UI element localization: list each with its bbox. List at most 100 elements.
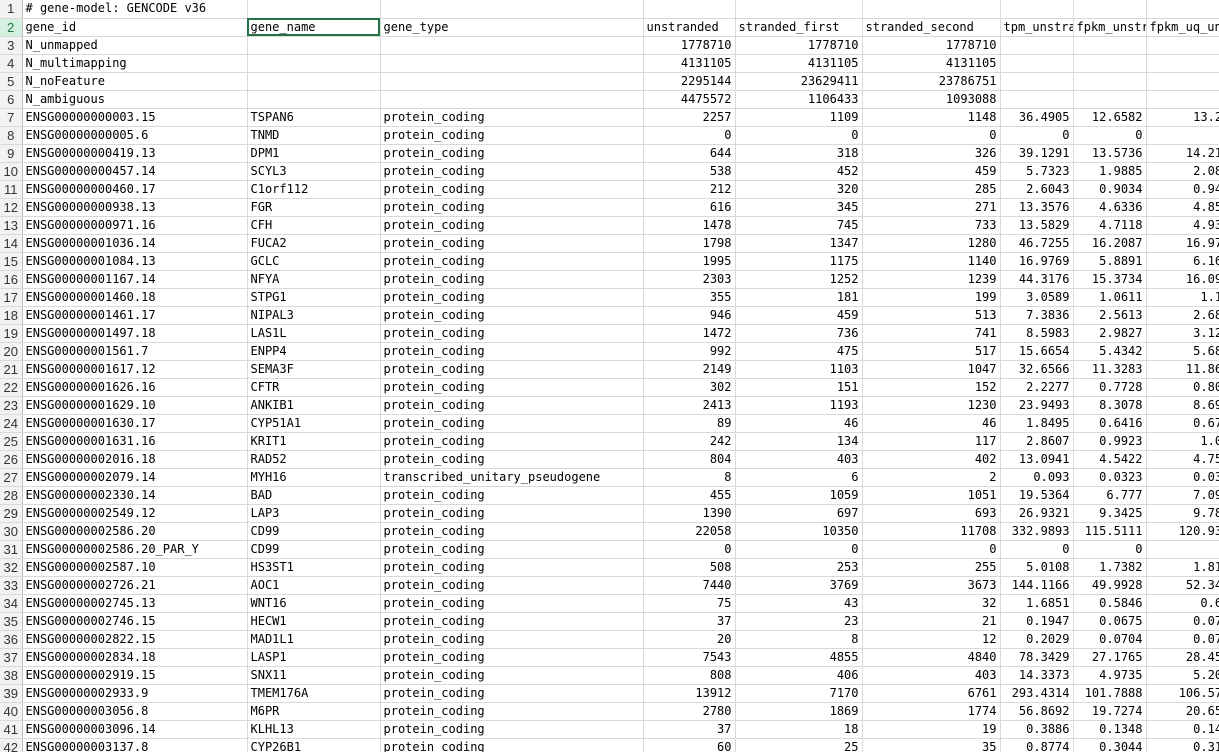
cell-fpkm-unstranded[interactable]: 1.7382 — [1073, 558, 1147, 577]
row-number[interactable]: 4 — [0, 54, 23, 73]
cell-gene-type[interactable]: protein_coding — [380, 504, 644, 523]
row-number[interactable]: 11 — [0, 180, 23, 199]
cell-stranded-first[interactable]: 0 — [735, 126, 863, 145]
cell-fpkm-unstranded[interactable]: 8.3078 — [1073, 396, 1147, 415]
cell-stranded-second[interactable]: 19 — [862, 720, 1001, 739]
column-header-gene-id[interactable]: gene_id — [22, 18, 248, 37]
cell-gene-type[interactable]: protein_coding — [380, 252, 644, 271]
cell-stranded-first[interactable]: 10350 — [735, 522, 863, 541]
cell-fpkm-uq-unstranded[interactable]: 120.9388 — [1146, 522, 1219, 541]
row-number[interactable]: 12 — [0, 198, 23, 217]
cell-stranded-first[interactable]: 181 — [735, 288, 863, 307]
cell-gene-id[interactable]: ENSG00000002586.20_PAR_Y — [22, 540, 248, 559]
row-number[interactable]: 7 — [0, 108, 23, 127]
cell-stranded-first[interactable]: 0 — [735, 540, 863, 559]
cell-fpkm-unstranded[interactable]: 0.1348 — [1073, 720, 1147, 739]
cell-gene-type[interactable]: protein_coding — [380, 234, 644, 253]
cell-stranded-first[interactable]: 1193 — [735, 396, 863, 415]
cell-fpkm-uq-unstranded[interactable] — [1146, 72, 1219, 91]
cell-stranded-second[interactable]: 517 — [862, 342, 1001, 361]
cell-stranded-first[interactable]: 475 — [735, 342, 863, 361]
cell-gene-id[interactable]: ENSG00000000003.15 — [22, 108, 248, 127]
row-number[interactable]: 28 — [0, 486, 23, 505]
cell-fpkm-unstranded[interactable]: 15.3734 — [1073, 270, 1147, 289]
cell-unstranded[interactable]: 2149 — [643, 360, 736, 379]
cell-gene-id[interactable]: ENSG00000000005.6 — [22, 126, 248, 145]
cell-stranded-second[interactable]: 271 — [862, 198, 1001, 217]
cell-gene-id[interactable]: ENSG00000000457.14 — [22, 162, 248, 181]
cell-fpkm-unstranded[interactable]: 1.9885 — [1073, 162, 1147, 181]
column-header-fpkm-unstranded[interactable]: fpkm_unstranded — [1073, 18, 1147, 37]
cell-fpkm-uq-unstranded[interactable]: 3.1228 — [1146, 324, 1219, 343]
cell-gene-name[interactable]: TSPAN6 — [247, 108, 381, 127]
cell-gene-name[interactable] — [247, 72, 381, 91]
cell-gene-type[interactable]: protein_coding — [380, 216, 644, 235]
cell-stranded-first[interactable]: 23629411 — [735, 72, 863, 91]
cell-fpkm-unstranded[interactable]: 0.0704 — [1073, 630, 1147, 649]
cell-unstranded[interactable]: 355 — [643, 288, 736, 307]
row-number[interactable]: 1 — [0, 0, 23, 19]
cell-tpm-unstranded[interactable]: 32.6566 — [1000, 360, 1074, 379]
cell-gene-type[interactable]: protein_coding — [380, 540, 644, 559]
cell-stranded-first[interactable]: 403 — [735, 450, 863, 469]
row-number[interactable]: 17 — [0, 288, 23, 307]
cell-stranded-second[interactable]: 733 — [862, 216, 1001, 235]
cell-fpkm-unstranded[interactable]: 49.9928 — [1073, 576, 1147, 595]
cell-unstranded[interactable]: 212 — [643, 180, 736, 199]
cell-unstranded[interactable]: 7543 — [643, 648, 736, 667]
cell-stranded-first[interactable]: 4131105 — [735, 54, 863, 73]
cell-gene-type[interactable]: protein_coding — [380, 288, 644, 307]
cell-gene-name[interactable]: NFYA — [247, 270, 381, 289]
row-number[interactable]: 23 — [0, 396, 23, 415]
cell-tpm-unstranded[interactable]: 5.7323 — [1000, 162, 1074, 181]
cell-stranded-first[interactable]: 151 — [735, 378, 863, 397]
cell-gene-id[interactable]: ENSG00000002726.21 — [22, 576, 248, 595]
column-header-stranded-second[interactable]: stranded_second — [862, 18, 1001, 37]
cell-tpm-unstranded[interactable]: 8.5983 — [1000, 324, 1074, 343]
cell-gene-name[interactable]: RAD52 — [247, 450, 381, 469]
cell-gene-id[interactable]: ENSG00000002919.15 — [22, 666, 248, 685]
cell-gene-type[interactable] — [380, 90, 644, 109]
cell-tpm-unstranded[interactable]: 2.2277 — [1000, 378, 1074, 397]
cell-tpm-unstranded[interactable]: 19.5364 — [1000, 486, 1074, 505]
cell-gene-type[interactable] — [380, 54, 644, 73]
cell-stranded-second[interactable]: 2 — [862, 468, 1001, 487]
cell-gene-name[interactable] — [247, 36, 381, 55]
cell-gene-type[interactable]: protein_coding — [380, 198, 644, 217]
cell-tpm-unstranded[interactable]: 46.7255 — [1000, 234, 1074, 253]
cell-stranded-second[interactable]: 4131105 — [862, 54, 1001, 73]
cell-unstranded[interactable]: 1472 — [643, 324, 736, 343]
row-number[interactable]: 34 — [0, 594, 23, 613]
cell-fpkm-unstranded[interactable]: 27.1765 — [1073, 648, 1147, 667]
cell-tpm-unstranded[interactable]: 1.6851 — [1000, 594, 1074, 613]
cell-fpkm-uq-unstranded[interactable]: 2.0819 — [1146, 162, 1219, 181]
cell-tpm-unstranded[interactable] — [1000, 36, 1074, 55]
cell-stranded-first[interactable]: 25 — [735, 738, 863, 752]
cell-stranded-second[interactable]: 255 — [862, 558, 1001, 577]
cell-gene-name[interactable]: CD99 — [247, 522, 381, 541]
cell-fpkm-unstranded[interactable]: 2.5613 — [1073, 306, 1147, 325]
cell-gene-name[interactable]: CD99 — [247, 540, 381, 559]
cell-stranded-second[interactable]: 1774 — [862, 702, 1001, 721]
cell-fpkm-unstranded[interactable]: 5.8891 — [1073, 252, 1147, 271]
cell-gene-id[interactable]: N_ambiguous — [22, 90, 248, 109]
cell-tpm-unstranded[interactable]: 13.0941 — [1000, 450, 1074, 469]
cell-fpkm-uq-unstranded[interactable]: 4.9332 — [1146, 216, 1219, 235]
cell-stranded-first[interactable]: 318 — [735, 144, 863, 163]
cell-gene-name[interactable]: NIPAL3 — [247, 306, 381, 325]
cell-gene-type[interactable]: protein_coding — [380, 360, 644, 379]
cell-gene-type[interactable]: transcribed_unitary_pseudogene — [380, 468, 644, 487]
cell-gene-name[interactable]: STPG1 — [247, 288, 381, 307]
cell-tpm-unstranded[interactable] — [1000, 72, 1074, 91]
cell-unstranded[interactable]: 1390 — [643, 504, 736, 523]
cell-fpkm-unstranded[interactable]: 0.9923 — [1073, 432, 1147, 451]
cell-gene-type[interactable]: protein_coding — [380, 324, 644, 343]
cell-stranded-second[interactable]: 4840 — [862, 648, 1001, 667]
cell-stranded-first[interactable]: 452 — [735, 162, 863, 181]
cell-gene-id[interactable]: ENSG00000000419.13 — [22, 144, 248, 163]
cell-fpkm-uq-unstranded[interactable]: 16.0958 — [1146, 270, 1219, 289]
cell[interactable] — [380, 0, 644, 19]
cell-unstranded[interactable]: 4131105 — [643, 54, 736, 73]
cell-fpkm-uq-unstranded[interactable]: 1.111 — [1146, 288, 1219, 307]
cell-gene-name[interactable]: CFTR — [247, 378, 381, 397]
